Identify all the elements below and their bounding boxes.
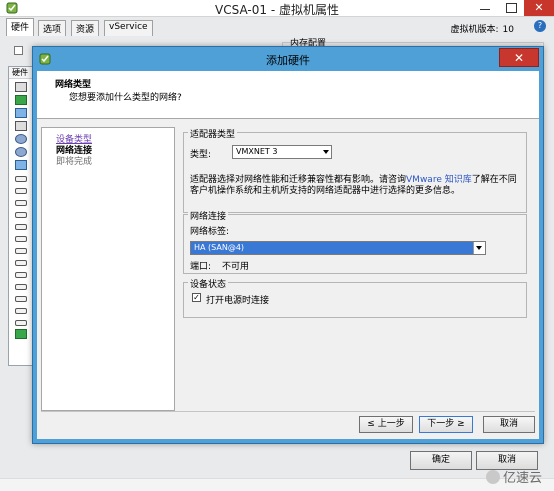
wizard-steps: 设备类型 网络连接 即将完成: [41, 127, 175, 411]
dialog-body: 网络类型 您想要添加什么类型的网络? 设备类型 网络连接 即将完成 适配器类型 …: [37, 71, 539, 439]
hw-version-value: 10: [502, 25, 514, 35]
help-icon[interactable]: ?: [534, 20, 546, 32]
footer-divider: [41, 411, 535, 412]
network-label-value: HA (SAN@4): [194, 243, 245, 252]
scsi-controller-icon[interactable]: [15, 160, 27, 170]
hardware-list: 硬件: [8, 66, 34, 366]
chevron-down-icon: [476, 246, 482, 250]
cd-drive-icon[interactable]: [15, 134, 27, 144]
connect-at-power-on-label: 打开电源时连接: [206, 296, 270, 306]
watermark-logo-icon: [485, 470, 500, 484]
hard-disk-icon[interactable]: [15, 188, 27, 194]
device-status-group: 设备状态 ✓ 打开电源时连接: [183, 277, 527, 318]
chevron-down-icon: [323, 150, 329, 154]
window-titlebar: VCSA-01 - 虚拟机属性 ✕: [0, 0, 554, 17]
watermark-text: 亿速云: [502, 471, 542, 486]
memory-icon[interactable]: [15, 82, 27, 92]
hardware-list-header: 硬件: [9, 67, 33, 79]
minimize-button[interactable]: [474, 0, 496, 16]
port-label: 端口:: [190, 262, 212, 272]
hard-disk-icon[interactable]: [15, 308, 27, 314]
adapter-type-legend: 适配器类型: [188, 127, 238, 140]
status-bar: [0, 478, 554, 491]
window-close-button[interactable]: ✕: [524, 0, 554, 16]
connect-at-power-on-checkbox[interactable]: ✓: [192, 293, 201, 302]
network-connection-group: 网络连接 网络标签: HA (SAN@4) 端口: 不可用: [183, 209, 527, 274]
hard-disk-icon[interactable]: [15, 272, 27, 278]
parent-ok-button[interactable]: 确定: [410, 451, 472, 470]
dialog-title: 添加硬件: [266, 54, 310, 67]
hard-disk-icon[interactable]: [15, 212, 27, 218]
adapter-type-label: 类型:: [190, 150, 212, 160]
next-button[interactable]: 下一步 ≥: [419, 416, 473, 433]
adapter-type-value: VMXNET 3: [236, 147, 278, 156]
dialog-titlebar: 添加硬件 ✕: [33, 47, 543, 71]
hard-disk-icon[interactable]: [15, 296, 27, 302]
add-hardware-dialog: 添加硬件 ✕ 网络类型 您想要添加什么类型的网络? 设备类型 网络连接 即将完成…: [32, 46, 544, 444]
tab-hardware[interactable]: 硬件: [6, 18, 35, 36]
hard-disk-icon[interactable]: [15, 236, 27, 242]
adapter-type-select[interactable]: VMXNET 3: [232, 145, 332, 159]
hard-disk-icon[interactable]: [15, 176, 27, 182]
hw-version: 虚拟机版本: 10: [451, 22, 515, 35]
adapter-description-text: 适配器选择对网络性能和迁移兼容性都有影响。请咨询: [190, 175, 407, 185]
port-value: 不可用: [222, 262, 250, 272]
video-card-icon[interactable]: [15, 108, 27, 118]
step-ready-to-complete: 即将完成: [56, 157, 93, 167]
watermark: 亿速云: [485, 467, 542, 486]
network-label-label: 网络标签:: [190, 227, 230, 237]
tab-resources[interactable]: 资源: [71, 20, 100, 36]
show-all-devices-checkbox[interactable]: [14, 46, 23, 55]
cpu-icon[interactable]: [15, 95, 27, 105]
window-title: VCSA-01 - 虚拟机属性: [215, 3, 339, 17]
wizard-header-title: 网络类型: [55, 80, 92, 90]
maximize-button[interactable]: [500, 0, 522, 16]
tab-options[interactable]: 选项: [38, 20, 67, 36]
network-adapter-icon[interactable]: [15, 329, 27, 339]
cancel-button[interactable]: 取消: [483, 416, 535, 433]
wizard-header-subtitle: 您想要添加什么类型的网络?: [69, 93, 182, 103]
parent-tabs: 硬件 选项 资源 vService: [0, 18, 160, 36]
hard-disk-icon[interactable]: [15, 224, 27, 230]
hard-disk-icon[interactable]: [15, 320, 27, 326]
hw-version-label: 虚拟机版本:: [450, 25, 499, 35]
hard-disk-icon[interactable]: [15, 248, 27, 254]
vmware-kb-link[interactable]: VMware 知识库: [406, 175, 472, 185]
hard-disk-icon[interactable]: [15, 200, 27, 206]
tab-vservice[interactable]: vService: [104, 20, 153, 36]
adapter-type-group: 适配器类型 类型: VMXNET 3 适配器选择对网络性能和迁移兼容性都有影响。…: [183, 127, 527, 213]
dialog-close-button[interactable]: ✕: [499, 48, 539, 67]
network-label-select[interactable]: HA (SAN@4): [190, 241, 486, 255]
vmci-icon[interactable]: [15, 121, 27, 131]
wizard-header: 网络类型 您想要添加什么类型的网络?: [37, 71, 539, 119]
hard-disk-icon[interactable]: [15, 284, 27, 290]
network-connection-legend: 网络连接: [188, 209, 229, 222]
dropdown-button[interactable]: [473, 242, 485, 254]
hard-disk-icon[interactable]: [15, 260, 27, 266]
floppy-drive-icon[interactable]: [15, 147, 27, 157]
device-status-legend: 设备状态: [188, 277, 229, 290]
back-button[interactable]: ≤ 上一步: [359, 416, 413, 433]
adapter-description: 适配器选择对网络性能和迁移兼容性都有影响。请咨询VMware 知识库了解在不同客…: [190, 175, 524, 197]
